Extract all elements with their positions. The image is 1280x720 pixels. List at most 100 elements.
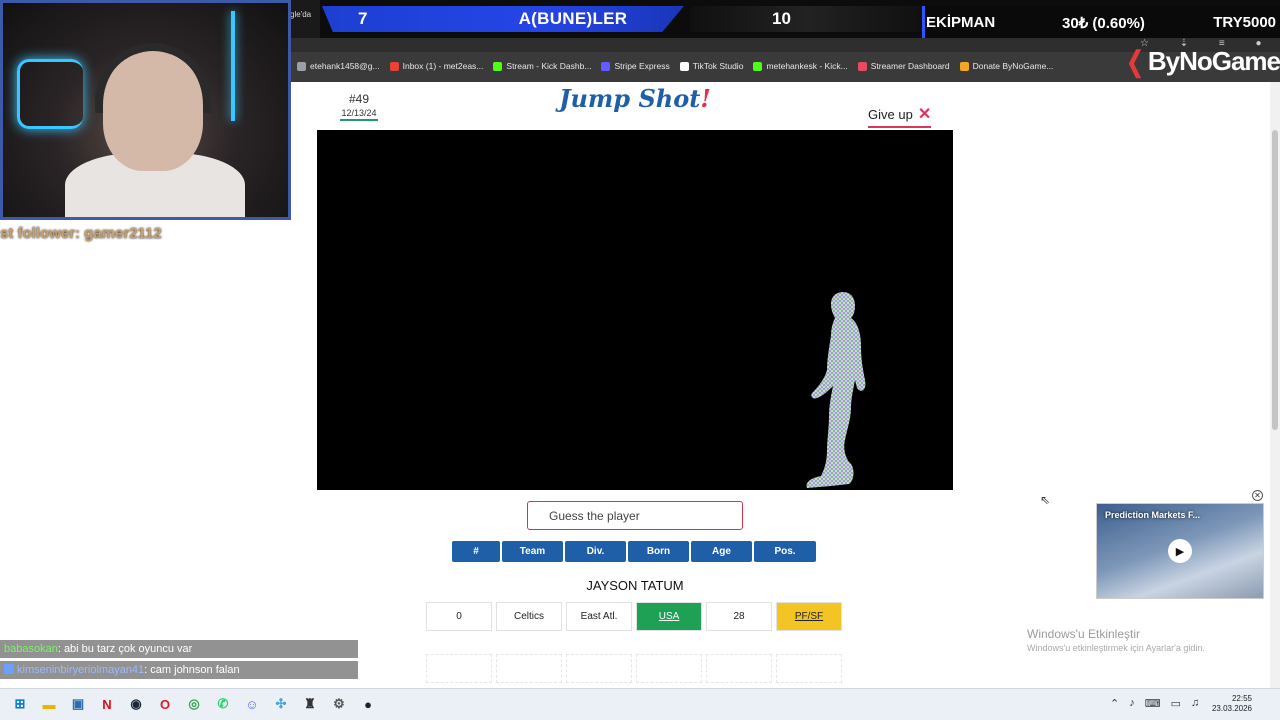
obs-icon[interactable]: ● [358, 694, 378, 714]
score-title: A(BUNE)LER [518, 9, 628, 28]
bookmark-label: Stream - Kick Dashb... [506, 61, 592, 71]
flame-icon: ❬ [1123, 45, 1146, 77]
bookmark-label: Donate ByNoGame... [972, 61, 1054, 71]
guess-cell-number: 0 [426, 602, 492, 631]
give-up-label: Give up [868, 106, 913, 122]
give-up-button[interactable]: Give up ✕ [868, 104, 932, 128]
chrome-icon[interactable]: ◎ [184, 694, 204, 714]
attribute-column-headers: # Team Div. Born Age Pos. [452, 541, 816, 562]
game-title-bang: ! [700, 84, 711, 113]
app-icon[interactable]: ✣ [271, 694, 291, 714]
guess-cell-position[interactable]: PF/SF [776, 602, 842, 631]
bookmark-label: Stripe Express [614, 61, 670, 71]
tiktok-icon [679, 61, 689, 71]
overlay-side-text: gle'da [290, 0, 320, 38]
bookmark-item[interactable]: etehank1458@g... [292, 56, 385, 76]
mouse-cursor-icon: ⇖ [1040, 493, 1051, 507]
chat-text: : cam johnson falan [144, 664, 240, 676]
guessed-player-name: JAYSON TATUM [586, 578, 684, 593]
empty-cell [566, 654, 632, 683]
guess-cell-age: 28 [706, 602, 772, 631]
webcam-overlay [0, 0, 291, 220]
bookmark-label: metehankesk - Kick... [766, 61, 848, 71]
netflix-icon[interactable]: N [97, 694, 117, 714]
whatsapp-icon[interactable]: ✆ [213, 694, 233, 714]
keyboard-icon[interactable]: ⌨ [1145, 697, 1161, 710]
bookmark-item[interactable]: Streamer Dashboard [853, 56, 955, 76]
opera-icon[interactable]: O [155, 694, 175, 714]
ad-close-icon[interactable]: ✕ [1252, 490, 1263, 501]
guess-cell-born[interactable]: USA [636, 602, 702, 631]
bookmark-item[interactable]: Stream - Kick Dashb... [488, 56, 596, 76]
stripe-icon [601, 61, 611, 71]
bookmark-label: TikTok Studio [692, 61, 744, 71]
windows-start-icon[interactable]: ⊞ [10, 694, 30, 714]
column-header-age: Age [691, 541, 752, 562]
score-track [690, 6, 922, 32]
network-icon[interactable]: ▭ [1171, 697, 1181, 710]
steam-icon[interactable]: ◉ [126, 694, 146, 714]
system-clock[interactable]: 22:55 23.03.2026 [1210, 694, 1252, 714]
play-icon[interactable]: ▶ [1168, 539, 1192, 563]
bookmarks-list: etehank1458@g... Inbox (1) - met2eas... … [292, 52, 1058, 80]
store-icon[interactable]: ▣ [68, 694, 88, 714]
file-explorer-icon[interactable]: ▬ [39, 694, 59, 714]
chat-username: babasokan [4, 643, 58, 655]
column-header-position: Pos. [754, 541, 816, 562]
bookmark-item[interactable]: TikTok Studio [675, 56, 749, 76]
bookmark-label: Streamer Dashboard [870, 61, 950, 71]
score-right: 10 [772, 9, 791, 28]
column-header-number: # [452, 541, 500, 562]
puzzle-date[interactable]: 12/13/24 [340, 108, 378, 121]
guess-cell-team: Celtics [496, 602, 562, 631]
chat-username: kimseninbiryeriolmayan41 [17, 664, 145, 676]
clock-time: 22:55 [1231, 694, 1252, 703]
gmail-icon [389, 61, 399, 71]
team-currency: TRY5000 [1213, 14, 1276, 31]
guess-cell-division: East Atl. [566, 602, 632, 631]
bookmark-label: etehank1458@g... [310, 61, 380, 71]
ad-title: Prediction Markets F... [1105, 510, 1201, 520]
microphone-icon[interactable]: ♪ [1129, 697, 1135, 710]
puzzle-number: #49 [348, 92, 370, 106]
empty-cell [706, 654, 772, 683]
bookmark-label: Inbox (1) - met2eas... [402, 61, 484, 71]
clock-date: 23.03.2026 [1211, 704, 1252, 713]
chat-text: : abi bu tarz çok oyuncu var [57, 643, 193, 655]
latest-follower-text: st follower: gamer2112 [0, 225, 162, 242]
game-icon[interactable]: ♜ [300, 694, 320, 714]
headphones [95, 43, 211, 113]
chat-message: kimseninbiryeriolmayan41: cam johnson fa… [0, 661, 358, 679]
empty-cell [426, 654, 492, 683]
chevron-up-icon[interactable]: ⌃ [1110, 697, 1119, 710]
guess-player-input[interactable] [527, 501, 743, 530]
bynogame-logo: ❬ ByNoGame [1123, 44, 1280, 78]
kick-icon [4, 664, 14, 674]
silhouette-shape [806, 292, 866, 488]
empty-cell [636, 654, 702, 683]
windows-activation-subtitle: Windows'u etkinleştirmek için Ayarlar'a … [1027, 643, 1205, 653]
guess-result-row: 0 Celtics East Atl. USA 28 PF/SF [426, 602, 842, 631]
empty-guess-row [426, 654, 842, 683]
bookmark-item[interactable]: metehankesk - Kick... [748, 56, 852, 76]
player-silhouette-stage [317, 130, 953, 490]
bookmark-item[interactable]: Stripe Express [596, 56, 674, 76]
empty-cell [776, 654, 842, 683]
team-value: 30₺ (0.60%) [1062, 15, 1145, 32]
close-icon: ✕ [917, 106, 932, 123]
donate-icon [959, 61, 969, 71]
kick-icon [753, 61, 763, 71]
column-header-team: Team [502, 541, 563, 562]
bookmark-item[interactable]: Donate ByNoGame... [955, 56, 1059, 76]
game-title-main: Jump Shot [559, 84, 701, 113]
score-left: 7 [358, 9, 368, 28]
neon-light [17, 59, 83, 129]
system-tray: ⌃ ♪ ⌨ ▭ ♫ [1110, 697, 1199, 710]
video-ad[interactable]: Prediction Markets F... ▶ [1096, 503, 1264, 599]
bookmark-item[interactable]: Inbox (1) - met2eas... [385, 56, 489, 76]
settings-icon[interactable]: ⚙ [329, 694, 349, 714]
empty-cell [496, 654, 562, 683]
discord-icon[interactable]: ☺ [242, 694, 262, 714]
scrollbar-thumb[interactable] [1272, 130, 1278, 430]
speaker-icon[interactable]: ♫ [1191, 697, 1199, 710]
